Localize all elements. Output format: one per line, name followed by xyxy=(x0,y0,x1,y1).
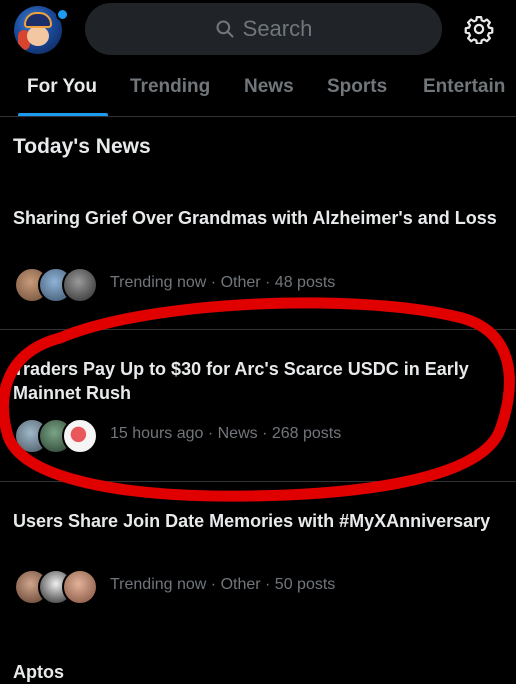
divider xyxy=(0,329,516,330)
news-title[interactable]: Sharing Grief Over Grandmas with Alzheim… xyxy=(13,206,508,230)
avatar xyxy=(62,418,98,454)
active-tab-indicator xyxy=(18,113,108,116)
avatar-face xyxy=(27,26,49,46)
news-title[interactable]: Traders Pay Up to $30 for Arc's Scarce U… xyxy=(13,357,508,405)
tab-entertainment[interactable]: Entertain xyxy=(423,76,505,98)
settings-button[interactable] xyxy=(462,12,496,46)
tab-trending[interactable]: Trending xyxy=(130,76,210,98)
tab-news[interactable]: News xyxy=(244,76,294,98)
notification-dot xyxy=(56,8,69,21)
gear-icon xyxy=(464,16,494,44)
search-bar[interactable]: Search xyxy=(85,3,442,55)
participant-avatars xyxy=(14,416,104,454)
tab-for-you[interactable]: For You xyxy=(27,76,97,98)
divider xyxy=(0,481,516,482)
tab-bar: For You Trending News Sports Entertain xyxy=(0,66,516,117)
participant-avatars xyxy=(14,265,104,303)
news-meta-row: 15 hours ago · News · 268 posts xyxy=(14,416,342,454)
news-meta: Trending now · Other · 48 posts xyxy=(110,274,336,291)
search-icon xyxy=(216,20,234,38)
participant-avatars xyxy=(14,567,104,605)
news-meta-row: Trending now · Other · 48 posts xyxy=(14,265,336,303)
avatar-hat xyxy=(24,12,52,28)
search-placeholder: Search xyxy=(242,16,313,41)
avatar xyxy=(62,267,98,303)
profile-avatar[interactable] xyxy=(14,6,62,54)
news-meta-row: Trending now · Other · 50 posts xyxy=(14,567,336,605)
top-bar: Search xyxy=(0,0,516,60)
tab-sports[interactable]: Sports xyxy=(327,76,387,98)
news-meta: 15 hours ago · News · 268 posts xyxy=(110,425,342,442)
news-title[interactable]: Users Share Join Date Memories with #MyX… xyxy=(13,509,508,533)
avatar xyxy=(62,569,98,605)
news-title[interactable]: Aptos xyxy=(13,660,508,684)
section-title: Today's News xyxy=(13,135,151,158)
news-meta: Trending now · Other · 50 posts xyxy=(110,576,336,593)
